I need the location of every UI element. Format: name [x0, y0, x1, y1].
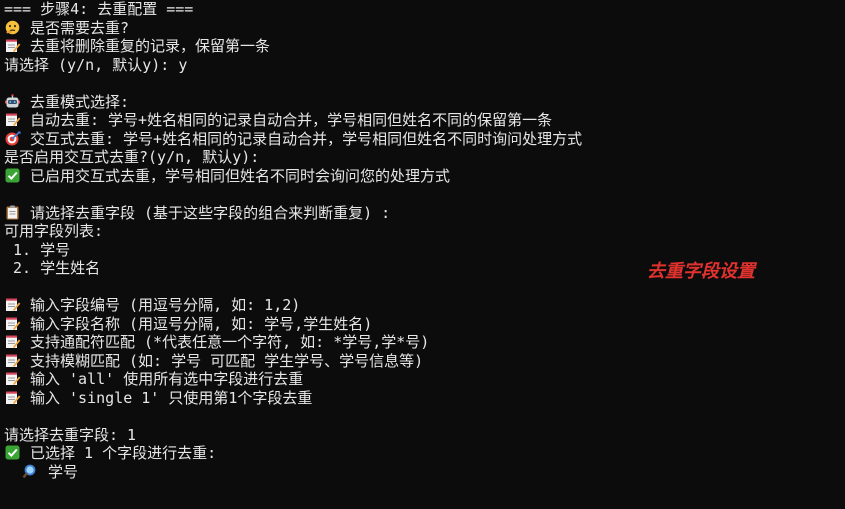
- memo-icon: [4, 371, 21, 386]
- need-dedup-text: 是否需要去重?: [30, 18, 130, 37]
- hint-text: 支持模糊匹配 (如: 学号 可匹配 学生学号、学号信息等): [30, 351, 424, 370]
- robot-icon: [4, 93, 21, 109]
- hint-text: 输入字段编号 (用逗号分隔, 如: 1,2): [30, 296, 301, 314]
- memo-icon: [4, 353, 21, 368]
- memo-icon: [4, 38, 21, 53]
- selected-message-text: 已选择 1 个字段进行去重:: [30, 444, 217, 462]
- step-header: === 步骤4: 去重配置 ===: [4, 0, 194, 18]
- memo-icon: [4, 297, 21, 312]
- annotation-label: 去重字段设置: [647, 261, 755, 282]
- mode-interactive: 交互式去重: 学号+姓名相同的记录自动合并，学号相同但姓名不同时询问处理方式: [4, 130, 841, 149]
- direct-hit-icon: [4, 130, 21, 146]
- hint-line: 输入 'single 1' 只使用第1个字段去重: [4, 389, 841, 408]
- need-dedup-question: 是否需要去重?: [4, 19, 841, 38]
- hint-text: 输入字段名称 (用逗号分隔, 如: 学号,学生姓名): [30, 314, 373, 333]
- memo-icon: [4, 390, 21, 405]
- hint-line: 支持模糊匹配 (如: 学号 可匹配 学生学号、学号信息等): [4, 352, 841, 371]
- field-prompt: 请选择去重字段: 1: [4, 425, 137, 444]
- mode-title: 去重模式选择:: [4, 93, 841, 112]
- terminal-output: === 步骤4: 去重配置 === 是否需要去重? 去重将删除重复的记录，保留第…: [4, 0, 841, 481]
- magnifying-glass-icon: [22, 464, 39, 479]
- hint-line: 输入字段编号 (用逗号分隔, 如: 1,2): [4, 296, 841, 315]
- dedup-description-text: 去重将删除重复的记录，保留第一条: [30, 37, 271, 55]
- memo-icon: [4, 112, 21, 127]
- selected-field-text: 学号: [48, 462, 79, 481]
- field-select-title: 请选择去重字段 (基于这些字段的组合来判断重复) :: [4, 204, 841, 223]
- hint-text: 支持通配符匹配 (*代表任意一个字符, 如: *学号,学*号): [30, 333, 430, 351]
- mode-title-text: 去重模式选择:: [30, 92, 130, 111]
- field-select-title-text: 请选择去重字段 (基于这些字段的组合来判断重复) :: [30, 203, 391, 222]
- selected-message: 已选择 1 个字段进行去重:: [4, 444, 841, 463]
- interactive-enabled-text: 已启用交互式去重，学号相同但姓名不同时会询问您的处理方式: [30, 166, 451, 185]
- clipboard-icon: [4, 205, 21, 220]
- available-fields-title: 可用字段列表:: [4, 222, 104, 240]
- hint-line: 支持通配符匹配 (*代表任意一个字符, 如: *学号,学*号): [4, 333, 841, 352]
- dedup-prompt: 请选择 (y/n, 默认y): y: [4, 55, 188, 74]
- hint-line: 输入 'all' 使用所有选中字段进行去重: [4, 370, 841, 389]
- mode-interactive-text: 交互式去重: 学号+姓名相同的记录自动合并，学号相同但姓名不同时询问处理方式: [30, 129, 583, 148]
- selected-field-item: 学号: [4, 463, 841, 482]
- interactive-prompt: 是否启用交互式去重?(y/n, 默认y):: [4, 148, 260, 166]
- interactive-enabled: 已启用交互式去重，学号相同但姓名不同时会询问您的处理方式: [4, 167, 841, 186]
- mode-auto-text: 自动去重: 学号+姓名相同的记录自动合并，学号相同但姓名不同的保留第一条: [30, 111, 553, 129]
- memo-icon: [4, 316, 21, 331]
- mode-auto: 自动去重: 学号+姓名相同的记录自动合并，学号相同但姓名不同的保留第一条: [4, 111, 841, 130]
- hint-text: 输入 'all' 使用所有选中字段进行去重: [30, 370, 304, 388]
- check-mark-button-icon: [4, 445, 21, 460]
- hint-text: 输入 'single 1' 只使用第1个字段去重: [30, 388, 313, 407]
- hint-line: 输入字段名称 (用逗号分隔, 如: 学号,学生姓名): [4, 315, 841, 334]
- check-mark-button-icon: [4, 168, 21, 183]
- dedup-description: 去重将删除重复的记录，保留第一条: [4, 37, 841, 56]
- memo-icon: [4, 334, 21, 349]
- thinking-face-icon: [4, 20, 21, 35]
